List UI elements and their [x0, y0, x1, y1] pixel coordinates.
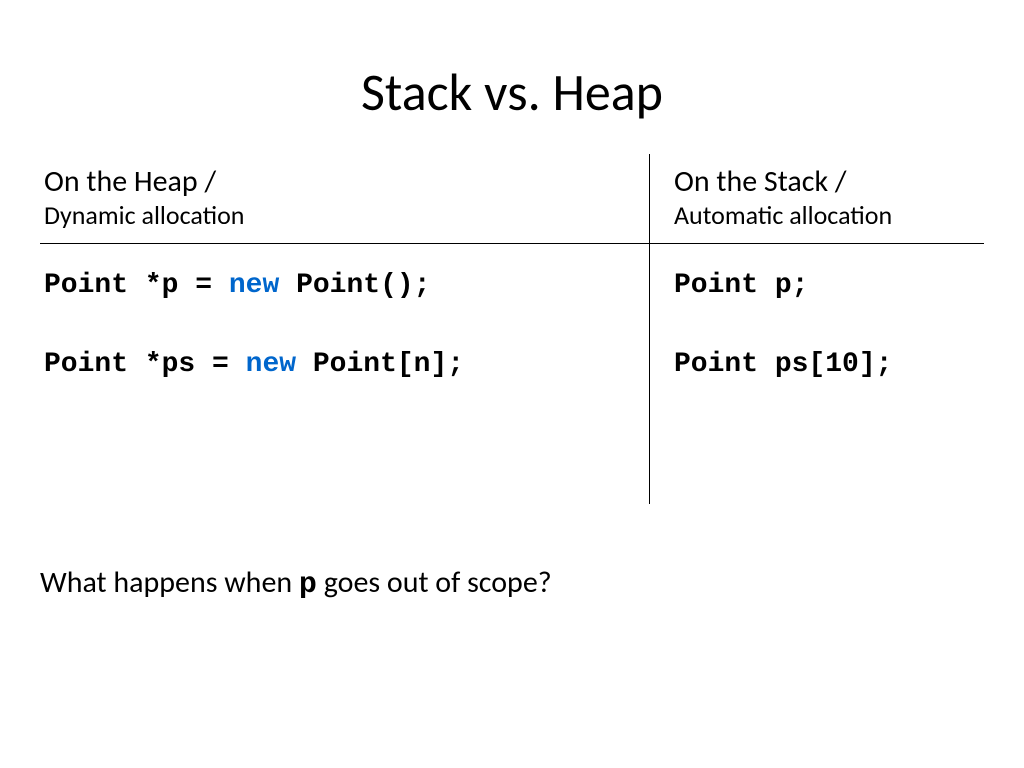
comparison-table: On the Heap / Dynamic allocation On the …: [40, 154, 984, 504]
question-text: What happens when p goes out of scope?: [40, 564, 1024, 602]
stack-code-line-2: Point ps[10];: [674, 349, 984, 380]
heap-code-column: Point *p = new Point(); Point *ps = new …: [40, 244, 650, 504]
stack-column-header: On the Stack / Automatic allocation: [650, 154, 984, 243]
table-header-row: On the Heap / Dynamic allocation On the …: [40, 154, 984, 244]
heap-column-header: On the Heap / Dynamic allocation: [40, 154, 650, 243]
stack-header-sub: Automatic allocation: [674, 200, 984, 231]
stack-header-main: On the Stack /: [674, 164, 984, 200]
stack-code-column: Point p; Point ps[10];: [650, 244, 984, 504]
table-body: Point *p = new Point(); Point *ps = new …: [40, 244, 984, 504]
slide-title: Stack vs. Heap: [0, 0, 1024, 154]
stack-code-line-1: Point p;: [674, 270, 984, 301]
heap-code-line-2: Point *ps = new Point[n];: [44, 349, 649, 380]
heap-code-line-1: Point *p = new Point();: [44, 270, 649, 301]
question-variable: p: [299, 568, 317, 602]
heap-header-main: On the Heap /: [44, 164, 649, 200]
heap-header-sub: Dynamic allocation: [44, 200, 649, 231]
